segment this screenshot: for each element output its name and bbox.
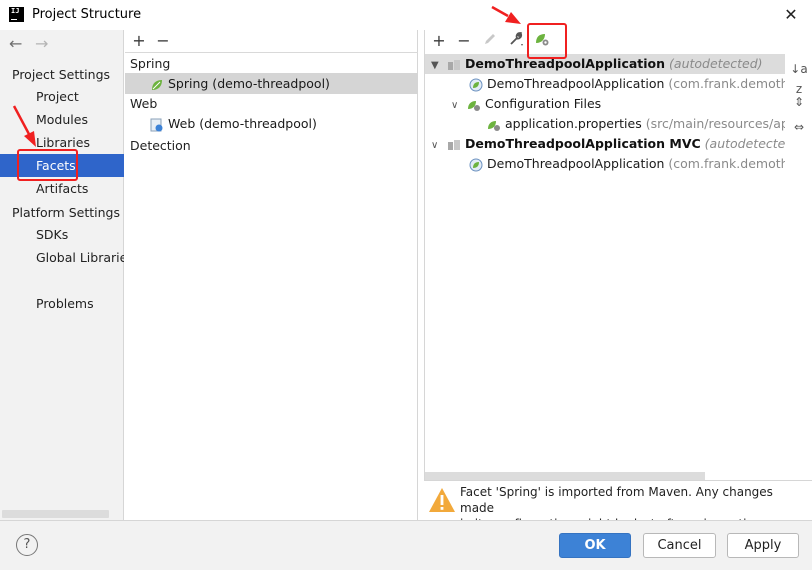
arrow-to-spring-config <box>491 5 521 24</box>
annotation-arrows <box>12 5 521 147</box>
arrow-to-facets <box>12 105 36 147</box>
